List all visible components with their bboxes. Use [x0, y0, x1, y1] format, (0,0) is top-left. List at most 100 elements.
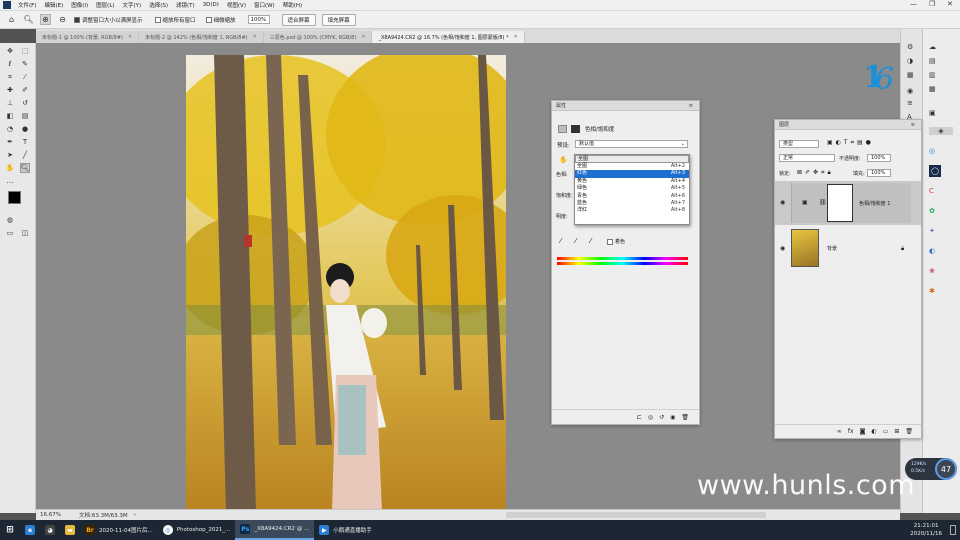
menu-filter[interactable]: 滤镜(T): [172, 1, 199, 9]
network-speed-widget[interactable]: 129K/s 0.5K/s 47: [905, 458, 957, 480]
quick-select-tool-icon[interactable]: ✎: [20, 59, 30, 69]
crop-tool-icon[interactable]: ⌗: [5, 72, 15, 82]
mask-icon[interactable]: [571, 125, 580, 133]
lock-icons[interactable]: ⊠✐✥⌗🔒︎: [797, 169, 834, 177]
properties-panel-icon[interactable]: ▣: [929, 109, 936, 117]
taskbar-photoshop-installer[interactable]: ◎ Photoshop_2021_...: [158, 520, 236, 540]
show-desktop-button[interactable]: [950, 525, 956, 535]
eyedropper-icon[interactable]: ⁄: [560, 237, 561, 245]
zoom-tool-icon[interactable]: 🔍︎: [23, 14, 34, 25]
tab-doc-1[interactable]: 未标题-1 @ 100% (背景, RGB/8#) ✕: [36, 31, 140, 43]
adjust-icon[interactable]: ◑: [907, 57, 913, 65]
opacity-field[interactable]: 100%: [867, 154, 891, 162]
panel-menu-icon[interactable]: ≡: [911, 120, 915, 130]
taskbar-photoshop-doc[interactable]: Ps _X8A9424.CR2 @ ...: [235, 520, 315, 540]
menu-help[interactable]: 帮助(H): [279, 1, 306, 9]
menu-view[interactable]: 视图(V): [223, 1, 250, 9]
tab-doc-3[interactable]: 三原色.psd @ 100% (CMYK, RGB/8) ✕: [263, 31, 373, 43]
tab-doc-4[interactable]: _X8A9424.CR2 @ 16.7% (色相/饱和度 1, 图层蒙版/8) …: [372, 31, 525, 43]
app-taskbar-icon[interactable]: ◕: [40, 520, 60, 540]
visibility-eye-icon[interactable]: ◉: [780, 199, 785, 206]
tab-doc-2[interactable]: 未标题-2 @ 142% (色相/饱和度 1, RGB/8#) ✕: [139, 31, 264, 43]
taskbar-bridge[interactable]: Br 2020-11-04图片后...: [80, 520, 158, 540]
patterns-icon[interactable]: ▦: [929, 85, 936, 93]
explorer-taskbar-icon[interactable]: ▬: [60, 520, 80, 540]
colorize-checkbox[interactable]: 着色: [607, 238, 625, 245]
reset-icon[interactable]: ↺: [659, 414, 664, 421]
layer-row[interactable]: ◉ ▣ ⛓ 色相/饱和度 1: [775, 181, 921, 225]
minimize-icon[interactable]: —: [910, 0, 917, 8]
brush-settings-icon[interactable]: ▦: [907, 71, 914, 79]
gradients-icon[interactable]: ▥: [929, 71, 936, 79]
hand-tool-icon[interactable]: ✋: [5, 163, 15, 173]
fit-screen-button[interactable]: 适合屏幕: [281, 13, 316, 26]
eyedropper-minus-icon[interactable]: ⁄: [590, 237, 591, 245]
channel-option[interactable]: 洋红 Alt+8: [575, 207, 689, 214]
resize-windows-checkbox[interactable]: 调整窗口大小以满屏显示: [74, 16, 143, 24]
zoom-tool-icon[interactable]: 🔍︎: [20, 163, 30, 173]
close-tab-icon[interactable]: ✕: [128, 34, 132, 40]
checkbox-icon[interactable]: [74, 16, 80, 23]
new-group-icon[interactable]: ▭: [883, 428, 889, 435]
edge-taskbar-icon[interactable]: e: [20, 520, 40, 540]
properties-panel-tab[interactable]: 属性 ≡: [552, 101, 699, 111]
layers-panel-tab[interactable]: 图层 ≡: [775, 120, 921, 130]
taskbar-live-helper[interactable]: ▶ 小鹅通直播助手: [314, 520, 377, 540]
plugin-icon[interactable]: ✿: [929, 207, 935, 215]
healing-tool-icon[interactable]: ✚: [5, 85, 15, 95]
blend-mode-select[interactable]: 正常: [779, 154, 835, 162]
layers-panel-icon[interactable]: ◈: [929, 127, 953, 135]
zoom-out-icon[interactable]: ⊖: [57, 14, 68, 25]
channel-option[interactable]: 青色 Alt+6: [575, 193, 689, 200]
history-brush-tool-icon[interactable]: ↺: [20, 98, 30, 108]
target-adjust-hand-icon[interactable]: ✋: [559, 156, 568, 164]
channel-dropdown-list[interactable]: 全图 全图 Alt+2 红色 Alt+3 黄色 Alt+4 绿色 Alt+5 青色 Alt…: [574, 154, 690, 225]
horizontal-scrollbar[interactable]: [506, 512, 766, 518]
visibility-eye-icon[interactable]: ◉: [670, 414, 675, 421]
plugin-icon[interactable]: ✱: [929, 287, 935, 295]
type-tool-icon[interactable]: T: [20, 137, 30, 147]
link-layers-icon[interactable]: ∞: [837, 428, 842, 435]
screen-mode-icon[interactable]: ▭: [5, 228, 15, 238]
visibility-eye-icon[interactable]: ◉: [780, 245, 785, 252]
menu-type[interactable]: 文字(Y): [119, 1, 146, 9]
layer-mask-thumbnail[interactable]: [827, 184, 853, 222]
more-tools-icon[interactable]: …: [5, 176, 15, 186]
clip-to-layer-icon[interactable]: ⊏: [637, 414, 642, 421]
view-previous-icon[interactable]: ◎: [648, 414, 653, 421]
brush-tool-icon[interactable]: ✐: [20, 85, 30, 95]
scrubby-zoom-checkbox[interactable]: 细微缩放: [205, 16, 236, 24]
layer-thumbnail[interactable]: [791, 229, 819, 267]
home-icon[interactable]: ⌂: [6, 14, 17, 25]
menu-select[interactable]: 选择(S): [145, 1, 172, 9]
layer-filter-icons[interactable]: ▣◐T⌗▤●: [827, 139, 874, 147]
channel-option[interactable]: 蓝色 Alt+7: [575, 200, 689, 207]
foreground-color-swatch[interactable]: [8, 191, 21, 204]
libraries-icon[interactable]: ☁: [929, 43, 936, 51]
delete-layer-icon[interactable]: 🗑︎: [905, 428, 913, 435]
zoom-in-icon[interactable]: ⊕: [40, 14, 51, 25]
checkbox-icon[interactable]: [205, 16, 212, 23]
tool-presets-icon[interactable]: ≡: [907, 99, 913, 107]
plugin-icon[interactable]: C: [929, 187, 934, 195]
layer-filter-select[interactable]: 类型: [779, 140, 819, 148]
system-clock[interactable]: 21:21:01 2020/11/16: [910, 522, 942, 538]
menu-layer[interactable]: 图层(L): [92, 1, 118, 9]
fx-icon[interactable]: fx: [848, 428, 854, 435]
blur-tool-icon[interactable]: ◔: [5, 124, 15, 134]
menu-edit[interactable]: 编辑(E): [40, 1, 67, 9]
close-tab-icon[interactable]: ✕: [361, 34, 365, 40]
lasso-tool-icon[interactable]: ℓ: [5, 59, 15, 69]
new-adjustment-icon[interactable]: ◐: [871, 428, 876, 435]
start-button[interactable]: ⊞: [0, 520, 20, 540]
channel-current[interactable]: 全图: [575, 155, 689, 163]
panel-menu-icon[interactable]: ≡: [689, 101, 693, 111]
close-icon[interactable]: ✕: [947, 0, 953, 8]
stamp-tool-icon[interactable]: ⊥: [5, 98, 15, 108]
checkbox-icon[interactable]: [607, 238, 613, 245]
menu-3d[interactable]: 3D(D): [199, 2, 223, 8]
gradient-tool-icon[interactable]: ▤: [20, 111, 30, 121]
fill-screen-button[interactable]: 填充屏幕: [321, 13, 356, 26]
menu-file[interactable]: 文件(F): [14, 1, 40, 9]
zoom-readout[interactable]: 16.67%: [40, 512, 61, 518]
